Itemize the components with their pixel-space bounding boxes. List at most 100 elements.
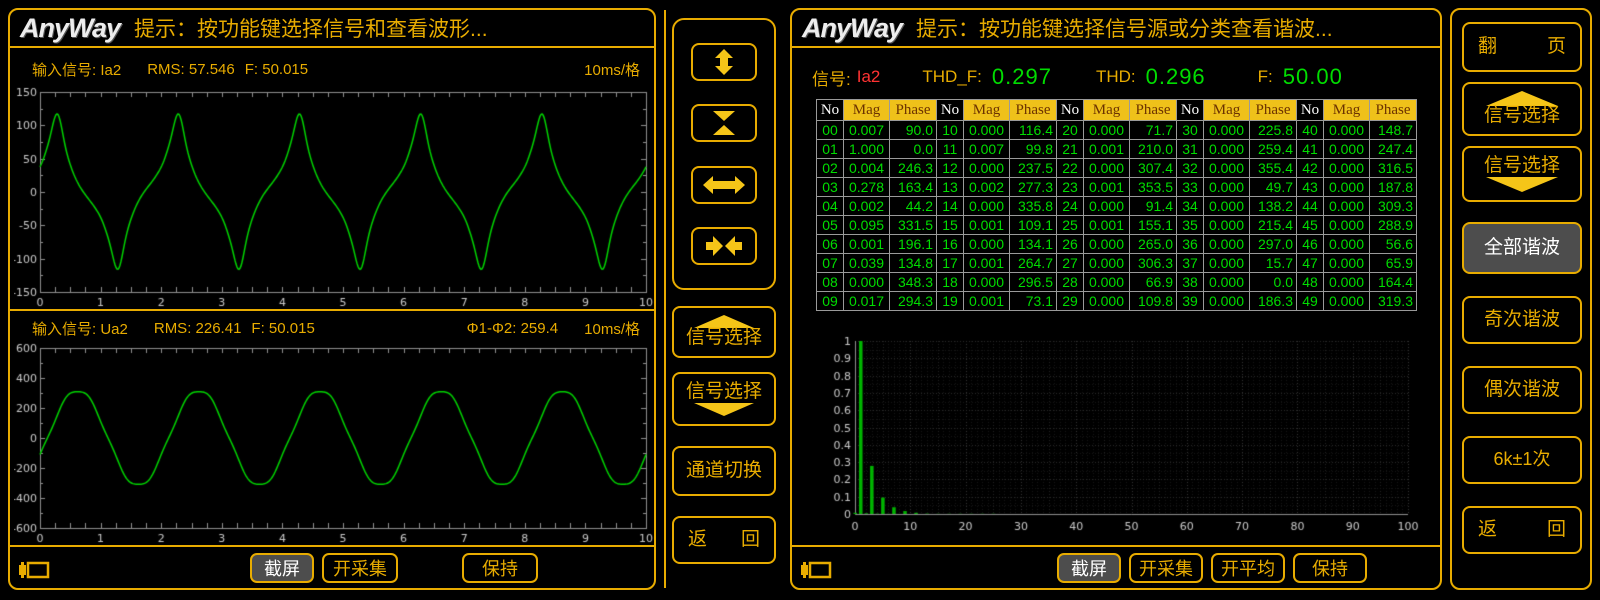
signal-select-up-button[interactable]: 信号选择	[672, 306, 776, 358]
col-header-no: No	[1297, 100, 1324, 121]
cell-phase: 259.4	[1250, 140, 1297, 159]
cell-phase: 297.0	[1250, 235, 1297, 254]
col-header-no: No	[937, 100, 964, 121]
cell-phase: 49.7	[1250, 178, 1297, 197]
cell-mag: 0.001	[964, 292, 1010, 311]
cell-mag: 0.000	[1084, 273, 1130, 292]
cell-phase: 44.2	[890, 197, 937, 216]
triangle-down-icon	[694, 403, 754, 416]
cell-mag: 0.001	[844, 235, 890, 254]
6k-plus-minus-1-button[interactable]: 6k±1次	[1462, 436, 1582, 484]
table-row: 011.0000.0110.00799.8210.001210.0310.000…	[817, 140, 1417, 159]
cell-phase: 246.3	[890, 159, 937, 178]
cell-phase: 265.0	[1130, 235, 1177, 254]
page-flip-label-1: 翻	[1478, 37, 1497, 58]
cell-phase: 335.8	[1010, 197, 1057, 216]
spectrum-chart-canvas	[810, 332, 1440, 537]
cell-mag: 0.001	[964, 216, 1010, 235]
cell-no: 00	[817, 121, 844, 140]
signal-select-down-button-right[interactable]: 信号选择	[1462, 146, 1582, 202]
cell-mag: 0.000	[1084, 235, 1130, 254]
cell-phase: 163.4	[890, 178, 937, 197]
back-right-label-2: 回	[1547, 520, 1566, 541]
freq-label: F:	[1258, 67, 1273, 87]
cell-no: 30	[1177, 121, 1204, 140]
expand-vertical-button[interactable]	[691, 43, 757, 81]
wave2-phase-diff: Φ1-Φ2: 259.4	[467, 320, 559, 337]
channel-switch-button[interactable]: 通道切换	[672, 446, 776, 496]
cell-no: 48	[1297, 273, 1324, 292]
thd-value: 0.296	[1146, 64, 1206, 90]
cell-no: 21	[1057, 140, 1084, 159]
col-header-phase: Phase	[890, 100, 937, 121]
all-harmonics-button[interactable]: 全部谐波	[1462, 222, 1582, 274]
back-label-1: 返	[688, 530, 707, 551]
cell-phase: 66.9	[1130, 273, 1177, 292]
wave1-timebase: 10ms/格	[584, 59, 640, 80]
start-acquisition-button-right[interactable]: 开采集	[1129, 553, 1203, 583]
analyzer-screen: AnyWay 提示：按功能键选择信号和查看波形... 输入信号: Ia2 RMS…	[0, 0, 1600, 600]
back-label-2: 回	[741, 530, 760, 551]
cell-no: 44	[1297, 197, 1324, 216]
thd-label: THD:	[1096, 67, 1136, 87]
cell-no: 42	[1297, 159, 1324, 178]
signal-select-up-button-right[interactable]: 信号选择	[1462, 82, 1582, 136]
even-harmonics-button[interactable]: 偶次谐波	[1462, 366, 1582, 414]
cell-mag: 0.000	[1324, 292, 1370, 311]
cell-no: 04	[817, 197, 844, 216]
start-average-button[interactable]: 开平均	[1211, 553, 1285, 583]
cell-phase: 225.8	[1250, 121, 1297, 140]
col-header-phase: Phase	[1250, 100, 1297, 121]
cell-mag: 0.000	[1084, 121, 1130, 140]
cell-no: 46	[1297, 235, 1324, 254]
signal-label: 信号:	[812, 65, 851, 90]
cell-no: 47	[1297, 254, 1324, 273]
page-flip-label-2: 页	[1547, 37, 1566, 58]
wave2-rms-value: RMS: 226.41	[154, 320, 242, 337]
cell-no: 37	[1177, 254, 1204, 273]
compress-vertical-button[interactable]	[691, 104, 757, 142]
screenshot-button-right[interactable]: 截屏	[1057, 553, 1121, 583]
cell-no: 09	[817, 292, 844, 311]
signal-select-down-label-right: 信号选择	[1484, 156, 1560, 177]
thdf-label: THD_F:	[922, 67, 982, 87]
cell-phase: 116.4	[1010, 121, 1057, 140]
start-acquisition-button[interactable]: 开采集	[322, 553, 398, 583]
cell-no: 49	[1297, 292, 1324, 311]
cell-mag: 0.000	[1084, 197, 1130, 216]
cell-phase: 210.0	[1130, 140, 1177, 159]
hold-button-right[interactable]: 保持	[1293, 553, 1367, 583]
cell-mag: 0.000	[1324, 254, 1370, 273]
harmonics-info-row: 信号: Ia2 THD_F: 0.297 THD: 0.296 F: 50.00	[812, 60, 1430, 94]
cell-phase: 134.1	[1010, 235, 1057, 254]
waveform-zoom-group	[672, 18, 776, 290]
wave2-timebase: 10ms/格	[584, 318, 640, 339]
cell-phase: 294.3	[890, 292, 937, 311]
cell-mag: 0.001	[964, 254, 1010, 273]
hold-button[interactable]: 保持	[462, 553, 538, 583]
back-button-right[interactable]: 返 回	[1462, 506, 1582, 554]
battery-icon	[18, 558, 50, 582]
cell-mag: 0.000	[1204, 197, 1250, 216]
cell-phase: 164.4	[1370, 273, 1417, 292]
cell-mag: 0.000	[964, 121, 1010, 140]
cell-phase: 355.4	[1250, 159, 1297, 178]
page-flip-button[interactable]: 翻 页	[1462, 22, 1582, 72]
chart-divider	[10, 309, 654, 311]
col-header-no: No	[1177, 100, 1204, 121]
cell-no: 36	[1177, 235, 1204, 254]
col-header-mag: Mag	[844, 100, 890, 121]
cell-mag: 0.039	[844, 254, 890, 273]
cell-mag: 0.002	[844, 197, 890, 216]
compress-horizontal-button[interactable]	[691, 227, 757, 265]
cell-mag: 0.001	[1084, 140, 1130, 159]
cell-mag: 0.001	[1084, 178, 1130, 197]
odd-harmonics-button[interactable]: 奇次谐波	[1462, 296, 1582, 344]
cell-no: 35	[1177, 216, 1204, 235]
back-button-left[interactable]: 返 回	[672, 516, 776, 564]
cell-phase: 109.1	[1010, 216, 1057, 235]
back-right-label-1: 返	[1478, 520, 1497, 541]
screenshot-button[interactable]: 截屏	[250, 553, 314, 583]
signal-select-down-button[interactable]: 信号选择	[672, 372, 776, 426]
expand-horizontal-button[interactable]	[691, 166, 757, 204]
